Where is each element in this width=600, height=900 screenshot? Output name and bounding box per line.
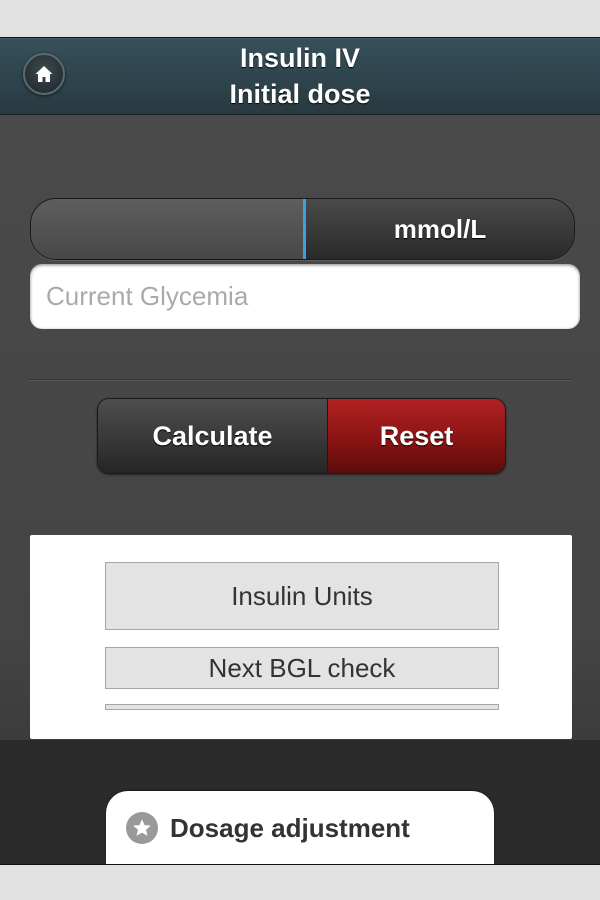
calculate-button[interactable]: Calculate <box>98 399 328 473</box>
page-title: Insulin IV Initial dose <box>100 38 500 116</box>
unit-toggle: mmol/L <box>30 198 575 260</box>
unit-option-left[interactable] <box>31 199 306 259</box>
title-line-1: Insulin IV <box>239 43 360 73</box>
home-button[interactable] <box>23 53 65 95</box>
header-bar: Insulin IV Initial dose <box>0 38 600 115</box>
star-icon <box>126 812 158 844</box>
extra-result-field <box>105 704 499 710</box>
current-glycemia-input[interactable] <box>30 264 580 329</box>
action-buttons: Calculate Reset <box>97 398 506 474</box>
app-screen: Insulin IV Initial dose mmol/L Calculate… <box>0 37 600 865</box>
next-bgl-check-result: Next BGL check <box>105 647 499 689</box>
results-panel: Insulin Units Next BGL check <box>30 535 572 739</box>
dosage-adjustment-label: Dosage adjustment <box>170 812 410 843</box>
dosage-adjustment-button[interactable]: Dosage adjustment <box>106 791 494 864</box>
insulin-units-result: Insulin Units <box>105 562 499 630</box>
home-icon <box>35 66 53 82</box>
divider <box>28 379 572 381</box>
reset-button[interactable]: Reset <box>328 399 505 473</box>
title-line-2: Initial dose <box>229 79 371 109</box>
unit-option-mmol[interactable]: mmol/L <box>306 199 574 259</box>
